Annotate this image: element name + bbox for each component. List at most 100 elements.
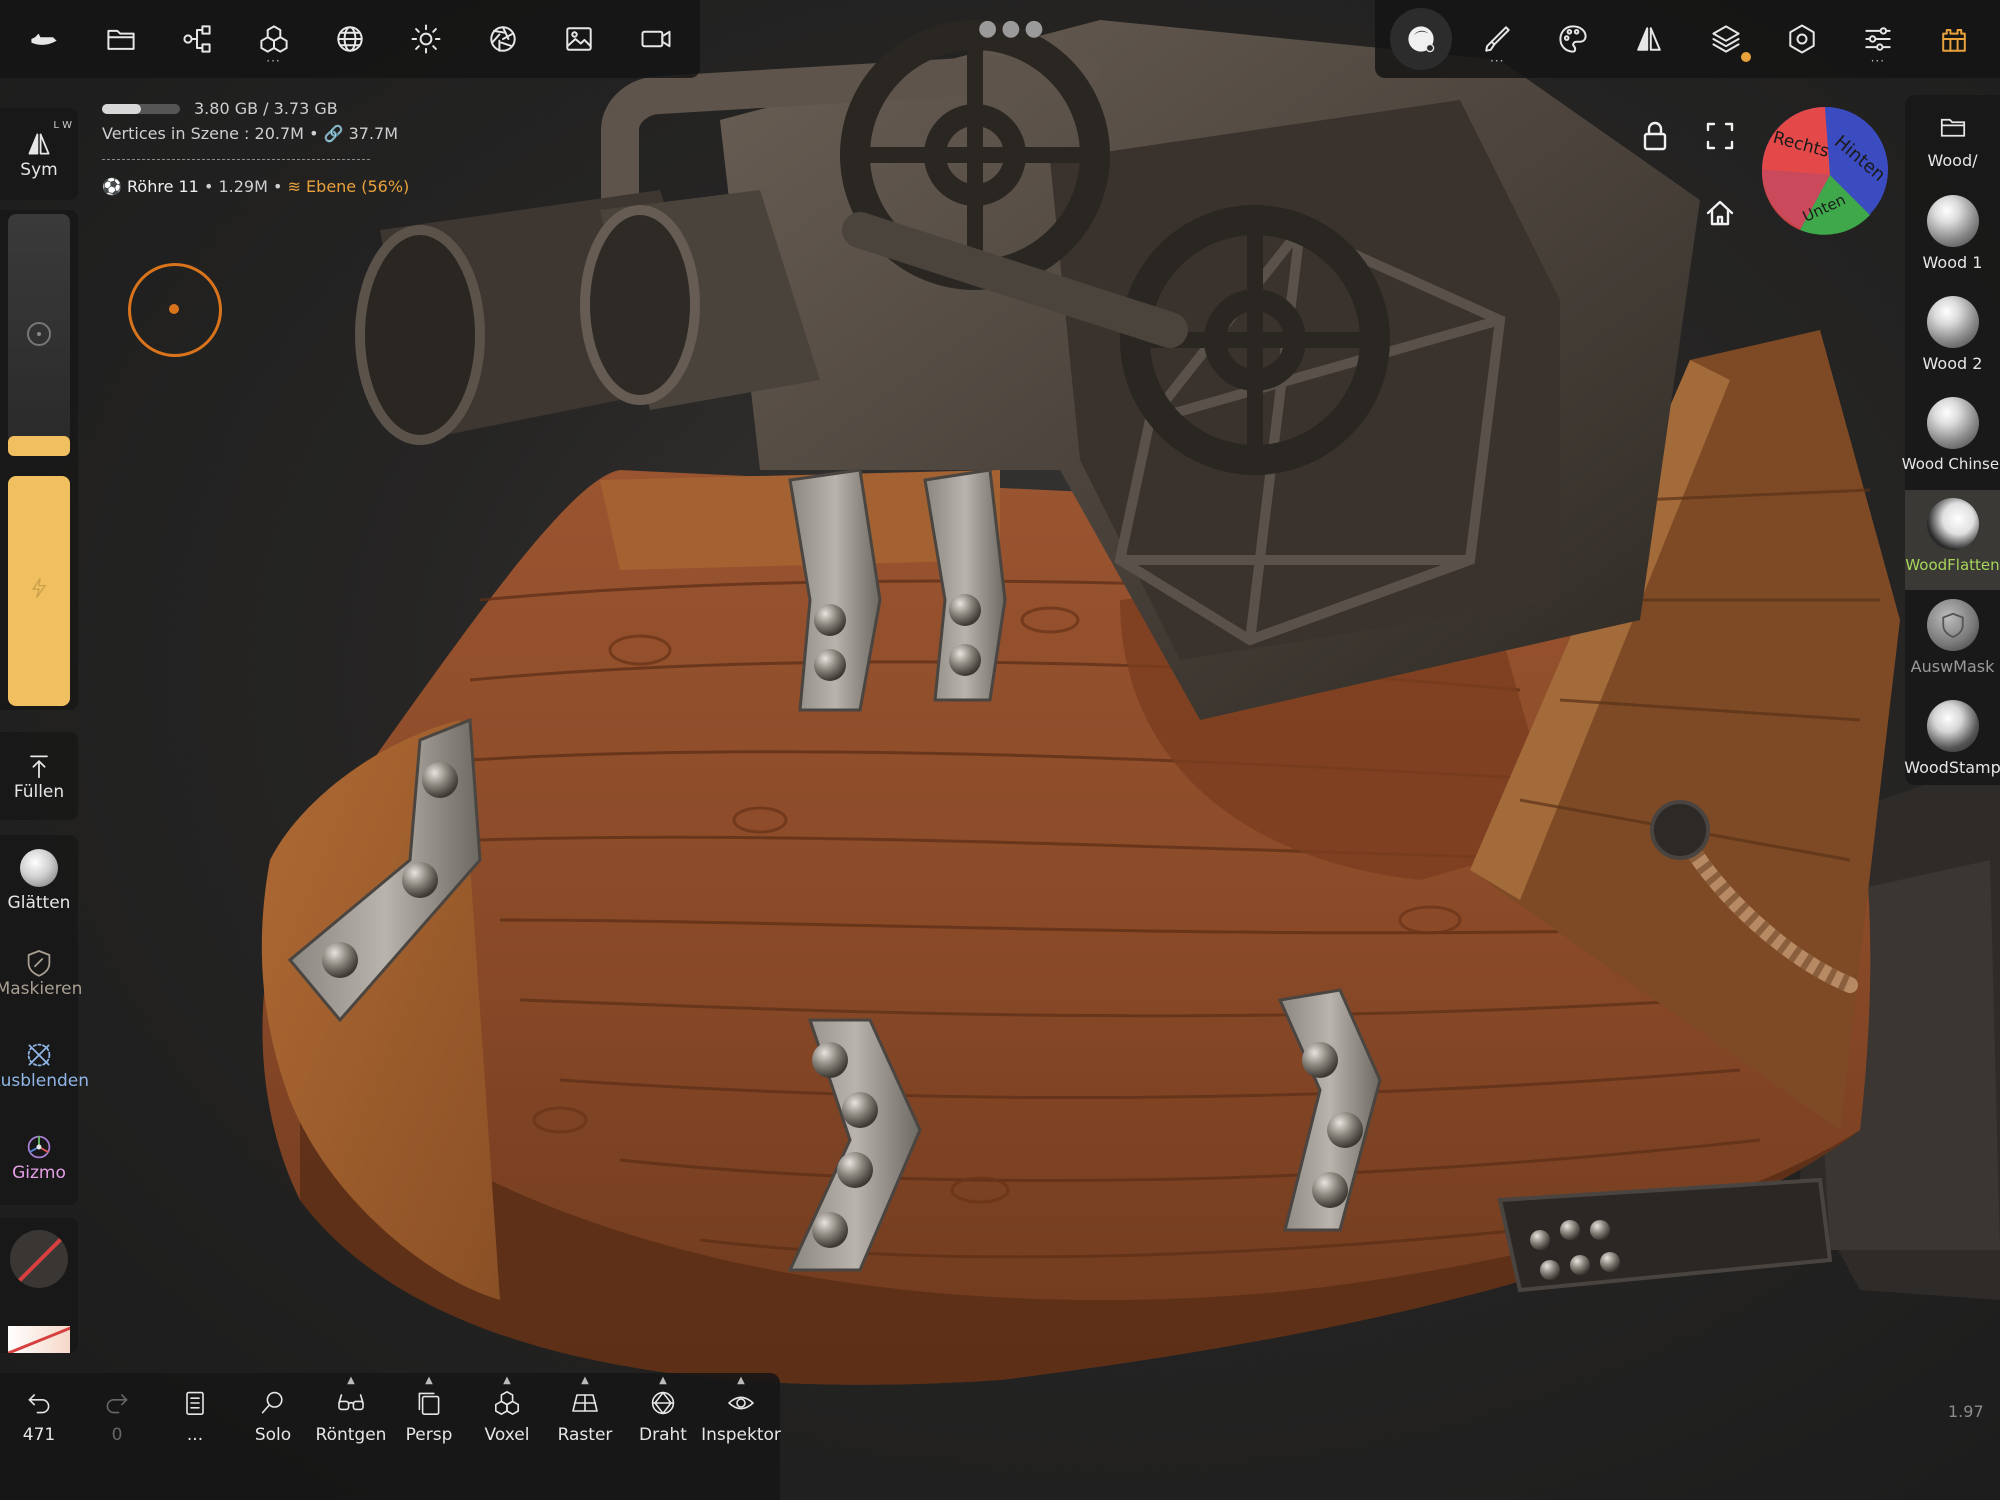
memory-bar <box>102 104 180 114</box>
brush-item[interactable]: AuswMask <box>1905 591 2000 691</box>
video-icon <box>641 30 671 48</box>
topology-button[interactable] <box>319 8 381 70</box>
brush-folder-button[interactable]: Wood/ <box>1905 105 2000 185</box>
undo-button[interactable]: 471 <box>0 1387 78 1445</box>
undo-icon <box>28 1394 50 1414</box>
settings-button[interactable] <box>1771 8 1833 70</box>
castle-icon <box>1942 29 1966 52</box>
grid-button[interactable]: ▲ Raster <box>546 1375 624 1445</box>
inspector-button[interactable]: ▲ Inspektor <box>701 1375 781 1445</box>
symmetry-icon <box>28 133 50 155</box>
mask-sphere-icon <box>1926 599 1979 651</box>
radius-slider-handle[interactable] <box>8 436 70 456</box>
scene-button[interactable] <box>166 8 228 70</box>
brush-item-selected[interactable]: WoodFlatten <box>1905 490 2000 590</box>
sym-button[interactable]: Sym L W <box>0 108 78 200</box>
lock-camera-button[interactable] <box>1635 116 1675 156</box>
no-material-line <box>12 1230 68 1288</box>
history-label: ... <box>186 1425 204 1445</box>
vertices-value: 20.7M <box>254 124 304 143</box>
brush-label: WoodFlatten <box>1905 556 2000 574</box>
gizmo-button[interactable]: Gizmo <box>0 1111 78 1203</box>
object-name: Röhre 11 <box>127 177 199 196</box>
caret-icon: ▲ <box>425 1375 433 1386</box>
brush-item[interactable]: WoodStamp <box>1904 692 2000 792</box>
tools-button[interactable]: ··· <box>243 8 305 70</box>
home-icon <box>1706 200 1734 226</box>
files-button[interactable] <box>90 8 152 70</box>
notification-dot <box>1740 52 1751 62</box>
material-button[interactable] <box>1390 8 1453 70</box>
brush-item[interactable]: Wood 2 <box>1905 288 2000 388</box>
home-view-button[interactable] <box>1700 193 1740 233</box>
perspective-button[interactable]: ▲ Persp <box>390 1375 468 1445</box>
more-dots: ··· <box>1870 54 1886 68</box>
redo-button[interactable]: 0 <box>78 1387 156 1445</box>
aperture-icon <box>490 26 516 52</box>
view-cube[interactable]: Rechts Hinten Unten <box>1760 105 1890 235</box>
color-button[interactable] <box>1542 8 1604 70</box>
layer-icon: ≋ <box>287 177 301 196</box>
caret-icon: ▲ <box>659 1375 667 1386</box>
brush-label: WoodStamp <box>1904 758 2000 777</box>
solo-button[interactable]: Solo <box>234 1387 312 1445</box>
vertices-label: Vertices in Szene : <box>102 124 250 143</box>
notebook-icon <box>186 1391 204 1415</box>
slider-panel <box>0 210 78 710</box>
brush-item[interactable]: Wood Chinsel <box>1902 389 2000 489</box>
sun-icon <box>411 24 441 54</box>
mask-button[interactable]: Maskieren <box>0 927 82 1019</box>
history-button[interactable]: ... <box>156 1387 234 1445</box>
lighting-button[interactable] <box>395 8 457 70</box>
object-info[interactable]: ⚽ Röhre 11 • 1.29M • ≋ Ebene (56%) <box>102 177 409 196</box>
share-icon <box>183 25 211 53</box>
voxel-icon <box>495 1391 519 1415</box>
fill-label: Füllen <box>13 782 65 802</box>
paint-button[interactable]: ··· <box>1466 8 1528 70</box>
wireframe-button[interactable]: ▲ Draht <box>624 1375 702 1445</box>
redo-icon <box>106 1394 128 1414</box>
intensity-slider[interactable] <box>8 476 70 706</box>
voxel-button[interactable]: ▲ Voxel <box>468 1375 546 1445</box>
radius-slider-dot <box>37 332 41 336</box>
grid-label: Raster <box>557 1425 613 1445</box>
brush-sphere-icon <box>1926 195 1979 247</box>
cubes-icon <box>259 25 288 53</box>
record-button[interactable] <box>625 8 687 70</box>
material-swatch-panel <box>0 1218 78 1353</box>
hide-label: Ausblenden <box>0 1071 90 1091</box>
brush-item[interactable]: Wood 1 <box>1905 187 2000 287</box>
material-swatch[interactable] <box>10 1230 68 1288</box>
layers-button[interactable] <box>1695 8 1757 70</box>
layers-icon <box>1711 25 1740 53</box>
brush-label: Wood 1 <box>1922 253 1983 272</box>
wireframe-icon <box>651 1391 675 1415</box>
drag-handle[interactable]: ●●● <box>978 16 1048 41</box>
redo-count: 0 <box>111 1425 123 1445</box>
hide-button[interactable]: Ausblenden <box>0 1019 89 1111</box>
bottom-toolbar: 471 0 ... Solo ▲ Röntgen ▲ Persp ▲ Voxel… <box>0 1373 781 1500</box>
preferences-button[interactable]: ··· <box>1847 8 1909 70</box>
app-menu-button[interactable] <box>13 8 75 70</box>
fullscreen-icon <box>1706 122 1734 150</box>
brush-sphere-icon <box>1926 296 1979 348</box>
xray-button[interactable]: ▲ Röntgen <box>312 1375 390 1445</box>
color-swatch[interactable] <box>8 1326 70 1353</box>
memory-bar-fill <box>102 104 141 114</box>
fill-button[interactable]: Füllen <box>0 732 78 820</box>
lightning-icon <box>31 578 47 598</box>
image-icon <box>566 27 592 51</box>
frame-button[interactable] <box>1700 116 1740 156</box>
smooth-label: Glätten <box>7 893 71 913</box>
radius-slider[interactable] <box>8 214 70 444</box>
shop-button[interactable] <box>1923 8 1985 70</box>
palette-icon <box>1559 25 1587 53</box>
background-button[interactable] <box>548 8 610 70</box>
brush-sphere-icon <box>1926 498 1979 550</box>
sym-panel: Sym L W <box>0 108 78 200</box>
wireframe-label: Draht <box>639 1425 687 1445</box>
folder-icon <box>1940 118 1965 137</box>
symmetry-button[interactable] <box>1618 8 1680 70</box>
smooth-button[interactable]: Glätten <box>0 835 78 927</box>
camera-settings-button[interactable] <box>472 8 534 70</box>
